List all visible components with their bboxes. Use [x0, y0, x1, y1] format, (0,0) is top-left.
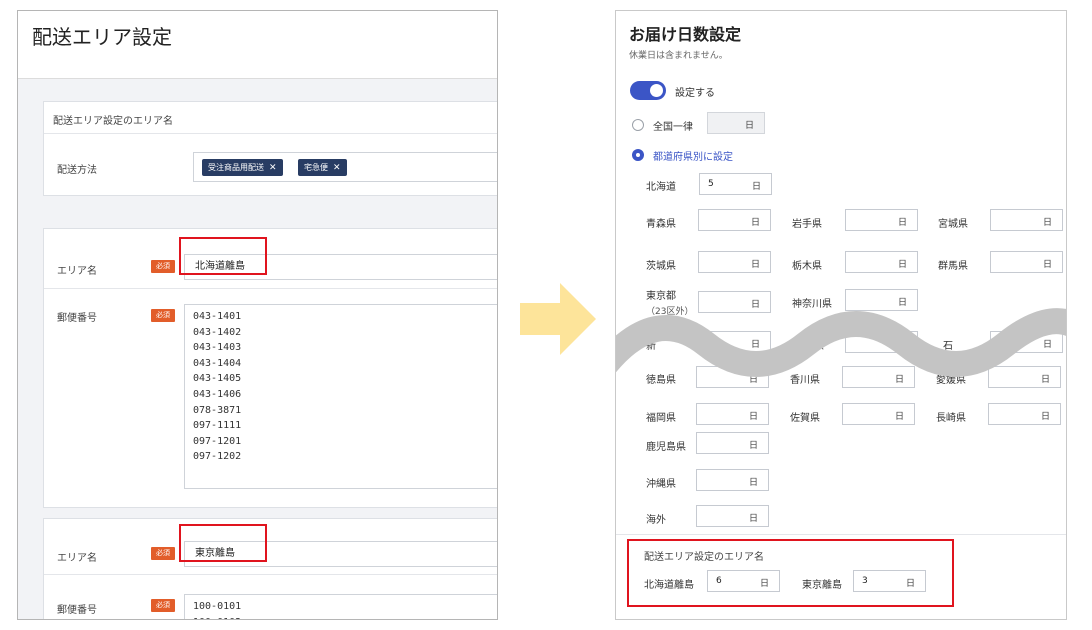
- delivery-method-card: 配送エリア設定のエリア名 配送方法 受注商品用配送 ✕ 宅急便 ✕: [43, 101, 497, 196]
- area-card: エリア名 必須 東京離島 郵便番号 必須 100-0101 100-0102: [43, 518, 497, 619]
- nationwide-radio[interactable]: [632, 119, 644, 131]
- days-input-nagasaki[interactable]: 日: [988, 403, 1061, 425]
- days-unit: 日: [748, 514, 758, 524]
- postal-code-line: 097-1201: [193, 435, 242, 447]
- required-badge: 必須: [151, 599, 175, 612]
- omission-wave-icon: [616, 308, 1066, 377]
- days-input-gunma[interactable]: 日: [990, 251, 1063, 273]
- required-badge: 必須: [151, 309, 175, 322]
- enable-toggle[interactable]: [630, 81, 666, 100]
- remove-tag-icon[interactable]: ✕: [333, 163, 341, 173]
- area-name-label: エリア名: [57, 266, 97, 277]
- delivery-method-tag[interactable]: 宅急便 ✕: [298, 159, 347, 176]
- delivery-days-settings-panel: お届け日数設定 休業日は含まれません。 設定する 全国一律 日 都道府県別に設定…: [615, 10, 1067, 620]
- pref-label-hokkaido: 北海道: [646, 182, 676, 193]
- highlight-frame: [179, 524, 267, 562]
- days-unit: 日: [894, 412, 904, 422]
- nationwide-label: 全国一律: [653, 122, 693, 133]
- row-divider: [44, 133, 497, 134]
- holiday-note: 休業日は含まれません。: [629, 51, 728, 61]
- enable-toggle-label: 設定する: [675, 88, 715, 99]
- tag-label: 宅急便: [304, 163, 328, 172]
- days-unit: 日: [897, 260, 907, 270]
- days-unit: 日: [748, 441, 758, 451]
- days-unit: 日: [748, 412, 758, 422]
- pref-label-tochigi: 栃木県: [792, 261, 822, 272]
- postal-code-line: 043-1406: [193, 388, 242, 400]
- required-badge: 必須: [151, 547, 175, 560]
- postal-code-line: 043-1402: [193, 326, 242, 338]
- page-title: 配送エリア設定: [32, 25, 172, 49]
- by-prefecture-label: 都道府県別に設定: [653, 152, 733, 163]
- pref-label-fukuoka: 福岡県: [646, 413, 676, 424]
- highlight-frame: [627, 539, 954, 607]
- days-unit: 日: [1042, 260, 1052, 270]
- days-input-okinawa[interactable]: 日: [696, 469, 769, 491]
- postal-code-line: 043-1401: [193, 311, 242, 322]
- pref-label-overseas: 海外: [646, 515, 666, 526]
- days-input-overseas[interactable]: 日: [696, 505, 769, 527]
- by-prefecture-radio[interactable]: [632, 149, 644, 161]
- area-card: エリア名 必須 北海道離島 郵便番号 必須 043-1401 043-1402 …: [43, 228, 497, 508]
- postal-code-label: 郵便番号: [57, 313, 97, 324]
- postal-code-textarea[interactable]: 043-1401 043-1402 043-1403 043-1404 043-…: [184, 304, 497, 489]
- days-input-miyagi[interactable]: 日: [990, 209, 1063, 231]
- pref-label-tokyo: 東京都: [646, 291, 676, 302]
- days-value: 5: [708, 179, 714, 189]
- delivery-method-tag[interactable]: 受注商品用配送 ✕: [202, 159, 283, 176]
- tag-label: 受注商品用配送: [208, 163, 264, 172]
- arrow-right-icon: [520, 283, 596, 355]
- postal-code-line: 097-1202: [193, 451, 242, 463]
- delivery-area-settings-panel: 配送エリア設定 配送エリア設定のエリア名 配送方法 受注商品用配送 ✕ 宅急便 ✕ …: [17, 10, 498, 620]
- delivery-method-select[interactable]: 受注商品用配送 ✕ 宅急便 ✕: [193, 152, 497, 182]
- row-divider: [44, 574, 497, 575]
- pref-label-kagoshima: 鹿児島県: [646, 442, 686, 453]
- pref-label-saga: 佐賀県: [790, 413, 820, 424]
- postal-code-line: 043-1405: [193, 373, 242, 385]
- days-unit: 日: [751, 182, 761, 192]
- days-input-hokkaido[interactable]: 5 日: [699, 173, 772, 195]
- remove-tag-icon[interactable]: ✕: [269, 163, 277, 173]
- days-input-iwate[interactable]: 日: [845, 209, 918, 231]
- postal-code-textarea[interactable]: 100-0101 100-0102: [184, 594, 497, 619]
- days-unit: 日: [750, 218, 760, 228]
- days-input-tochigi[interactable]: 日: [845, 251, 918, 273]
- days-input-ibaraki[interactable]: 日: [698, 251, 771, 273]
- postal-code-line: 043-1403: [193, 342, 242, 354]
- pref-label-iwate: 岩手県: [792, 219, 822, 230]
- postal-code-line: 078-3871: [193, 404, 242, 416]
- pref-label-ibaraki: 茨城県: [646, 261, 676, 272]
- delivery-method-label: 配送方法: [57, 165, 97, 176]
- pref-label-miyagi: 宮城県: [938, 219, 968, 230]
- postal-code-line: 100-0101: [193, 601, 242, 612]
- days-unit: 日: [750, 260, 760, 270]
- days-input-fukuoka[interactable]: 日: [696, 403, 769, 425]
- pref-label-nagasaki: 長崎県: [936, 413, 966, 424]
- days-input-aomori[interactable]: 日: [698, 209, 771, 231]
- pref-label-aomori: 青森県: [646, 219, 676, 230]
- days-unit: 日: [897, 218, 907, 228]
- section-title: お届け日数設定: [629, 25, 742, 44]
- highlight-frame: [179, 237, 267, 275]
- days-unit: 日: [1042, 218, 1052, 228]
- area-name-label: エリア名: [57, 553, 97, 564]
- pref-label-gunma: 群馬県: [938, 261, 968, 272]
- postal-code-line: 097-1111: [193, 420, 242, 432]
- days-input-kagoshima[interactable]: 日: [696, 432, 769, 454]
- toggle-knob: [650, 84, 663, 97]
- nationwide-days-input: 日: [707, 112, 765, 134]
- postal-code-line: 100-0102: [193, 615, 497, 619]
- days-unit: 日: [748, 478, 758, 488]
- pref-label-okinawa: 沖縄県: [646, 479, 676, 490]
- required-badge: 必須: [151, 260, 175, 273]
- postal-code-label: 郵便番号: [57, 605, 97, 616]
- days-input-saga[interactable]: 日: [842, 403, 915, 425]
- row-divider: [44, 288, 497, 289]
- postal-code-line: 043-1404: [193, 357, 242, 369]
- days-unit: 日: [1040, 412, 1050, 422]
- area-name-setting-title: 配送エリア設定のエリア名: [53, 116, 173, 127]
- days-unit: 日: [744, 121, 754, 131]
